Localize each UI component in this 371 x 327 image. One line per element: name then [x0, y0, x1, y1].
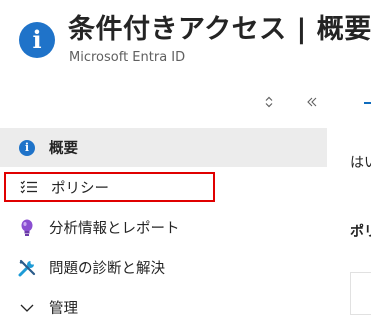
sidebar-item-overview[interactable]: i 概要 [0, 128, 327, 167]
list-icon [20, 178, 38, 196]
header-info-icon: i [19, 22, 55, 58]
tab-indicator [364, 102, 371, 104]
sidebar-item-policies[interactable]: ポリシー [4, 172, 215, 202]
sidebar-item-label: ポリシー [51, 180, 109, 197]
wrench-icon [18, 259, 36, 277]
sidebar-item-diagnose-solve[interactable]: 問題の診断と解決 [0, 248, 327, 287]
page-title: 条件付きアクセス | 概要 [68, 14, 371, 45]
sidebar-item-label: 分析情報とレポート [49, 221, 180, 237]
double-chevron-left-icon[interactable] [302, 92, 322, 112]
right-pane-text: はい [350, 155, 371, 171]
sidebar-item-label: 概要 [49, 141, 78, 157]
sidebar-item-manage[interactable]: 管理 [0, 288, 327, 327]
info-icon: i [18, 139, 36, 157]
sort-up-down-icon[interactable] [259, 92, 279, 112]
right-pane-card [350, 272, 371, 315]
page-subtitle: Microsoft Entra ID [69, 50, 186, 65]
lightbulb-icon [18, 219, 36, 237]
chevron-down-icon [18, 299, 36, 317]
sidebar-item-insights-reports[interactable]: 分析情報とレポート [0, 208, 327, 247]
right-pane-heading: ポリ [350, 224, 371, 240]
sidebar-item-label: 問題の診断と解決 [49, 261, 165, 277]
